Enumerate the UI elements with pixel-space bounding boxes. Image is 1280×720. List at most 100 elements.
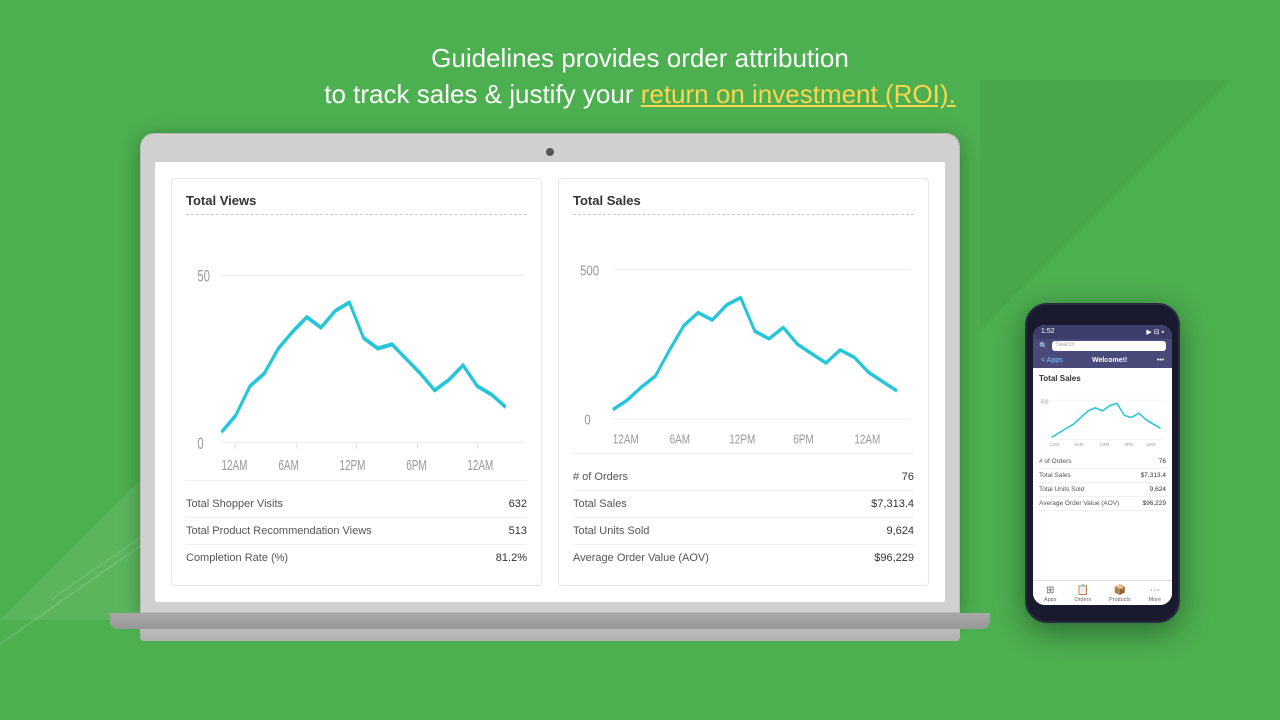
svg-text:12AM: 12AM [1146, 441, 1155, 446]
svg-text:0: 0 [584, 411, 590, 428]
svg-text:6AM: 6AM [1075, 441, 1082, 446]
laptop-base [140, 613, 960, 641]
svg-text:0: 0 [197, 435, 203, 454]
svg-text:6PM: 6PM [1125, 441, 1132, 446]
svg-text:500: 500 [1041, 399, 1049, 406]
header-line2-prefix: to track sales & justify your [324, 79, 640, 109]
phone-stat-row: Average Order Value (AOV) $96,229 [1039, 497, 1166, 511]
stat-row: Total Sales $7,313.4 [573, 491, 914, 518]
phone-nav-title: Welcome!! [1092, 357, 1127, 364]
left-panel-title: Total Views [186, 193, 527, 215]
laptop-camera [546, 148, 554, 156]
phone: 1:52 ▶ ⊟ ▪ 🔍 Search < Apps Welcome!! •••… [1025, 303, 1180, 623]
search-input[interactable]: Search [1052, 341, 1166, 351]
svg-text:6AM: 6AM [670, 432, 690, 447]
stat-row: Completion Rate (%) 81.2% [186, 545, 527, 571]
search-icon: 🔍 [1039, 342, 1048, 350]
laptop-screen-inner: Total Views 50 0 12AM 6 [155, 162, 945, 602]
phone-status-bar: 1:52 ▶ ⊟ ▪ [1033, 325, 1172, 339]
left-panel: Total Views 50 0 12AM 6 [171, 178, 542, 586]
svg-text:12AM: 12AM [1050, 441, 1059, 446]
phone-time: 1:52 [1041, 328, 1055, 335]
orders-icon: 📋 [1076, 585, 1088, 596]
svg-text:12PM: 12PM [1100, 441, 1109, 446]
stat-row: Average Order Value (AOV) $96,229 [573, 545, 914, 571]
right-stats: # of Orders 76 Total Sales $7,313.4 Tota… [573, 453, 914, 571]
tab-apps-label: Apps [1044, 597, 1057, 603]
phone-content: Total Sales 500 12AM 6AM 12PM 6PM 12AM [1033, 368, 1172, 580]
right-chart-area: 500 0 12AM 6AM 12PM 6PM 12AM [573, 223, 914, 447]
header: Guidelines provides order attribution to… [0, 0, 1280, 113]
tab-orders[interactable]: 📋 Orders [1074, 585, 1091, 603]
stat-label: Completion Rate (%) [186, 552, 288, 564]
right-chart-svg: 500 0 12AM 6AM 12PM 6PM 12AM [573, 223, 914, 447]
phone-stat-label: Total Sales [1039, 472, 1071, 479]
left-stats: Total Shopper Visits 632 Total Product R… [186, 480, 527, 571]
svg-text:12AM: 12AM [222, 457, 248, 473]
stat-label: Total Shopper Visits [186, 498, 283, 510]
phone-stat-row: # of Orders 76 [1039, 455, 1166, 469]
tab-more[interactable]: ⋯ More [1149, 585, 1162, 603]
right-panel-title: Total Sales [573, 193, 914, 215]
stat-row: Total Shopper Visits 632 [186, 491, 527, 518]
stat-value: 9,624 [886, 525, 914, 537]
phone-section-title: Total Sales [1039, 374, 1166, 383]
svg-text:12PM: 12PM [729, 432, 755, 447]
svg-text:6PM: 6PM [406, 457, 426, 473]
apps-icon: ⊞ [1046, 585, 1054, 596]
svg-text:50: 50 [197, 267, 210, 286]
tab-orders-label: Orders [1074, 597, 1091, 603]
stat-row: # of Orders 76 [573, 464, 914, 491]
header-line2: to track sales & justify your return on … [0, 76, 1280, 112]
laptop-screen-outer: Total Views 50 0 12AM 6 [140, 133, 960, 613]
svg-text:12AM: 12AM [613, 432, 639, 447]
phone-screen: 1:52 ▶ ⊟ ▪ 🔍 Search < Apps Welcome!! •••… [1033, 325, 1172, 605]
laptop-foot [110, 613, 990, 629]
phone-status-icons: ▶ ⊟ ▪ [1146, 328, 1164, 336]
phone-stat-label: Average Order Value (AOV) [1039, 500, 1119, 507]
products-icon: 📦 [1114, 585, 1126, 596]
phone-notch [1083, 315, 1123, 321]
stat-value: 81.2% [496, 552, 527, 564]
phone-stat-value: 9,624 [1150, 486, 1166, 493]
svg-text:6AM: 6AM [278, 457, 298, 473]
more-icon: ⋯ [1150, 585, 1160, 596]
header-highlight: return on investment (ROI). [641, 79, 956, 109]
stat-label: Total Product Recommendation Views [186, 525, 372, 537]
stat-label: Total Units Sold [573, 525, 649, 537]
laptop: Total Views 50 0 12AM 6 [140, 133, 960, 663]
right-panel: Total Sales 500 0 12AM [558, 178, 929, 586]
left-chart-svg: 50 0 12AM 6AM 12PM 6PM 12AM [186, 223, 527, 474]
tab-products-label: Products [1109, 597, 1131, 603]
phone-search-bar: 🔍 Search [1033, 339, 1172, 353]
phone-chart-svg: 500 12AM 6AM 12PM 6PM 12AM [1039, 387, 1166, 447]
stat-value: $7,313.4 [871, 498, 914, 510]
phone-stat-value: $96,229 [1143, 500, 1167, 507]
phone-stat-value: $7,313.4 [1141, 472, 1166, 479]
phone-nav-bar: < Apps Welcome!! ••• [1033, 353, 1172, 368]
stat-label: Total Sales [573, 498, 627, 510]
phone-back[interactable]: < Apps [1041, 357, 1063, 364]
phone-chart-area: 500 12AM 6AM 12PM 6PM 12AM [1039, 387, 1166, 447]
tab-products[interactable]: 📦 Products [1109, 585, 1131, 603]
tab-apps[interactable]: ⊞ Apps [1044, 585, 1057, 603]
stat-value: 513 [509, 525, 527, 537]
stat-value: 76 [902, 471, 914, 483]
svg-text:12PM: 12PM [339, 457, 365, 473]
tab-more-label: More [1149, 597, 1162, 603]
phone-more[interactable]: ••• [1157, 357, 1164, 364]
phone-stat-label: # of Orders [1039, 458, 1072, 465]
stat-label: Average Order Value (AOV) [573, 552, 709, 564]
svg-text:12AM: 12AM [854, 432, 880, 447]
svg-text:12AM: 12AM [467, 457, 493, 473]
stat-row: Total Units Sold 9,624 [573, 518, 914, 545]
phone-stat-row: Total Units Sold 9,624 [1039, 483, 1166, 497]
svg-text:500: 500 [580, 262, 599, 279]
left-chart-area: 50 0 12AM 6AM 12PM 6PM 12AM [186, 223, 527, 474]
stat-value: 632 [509, 498, 527, 510]
header-line1: Guidelines provides order attribution [0, 40, 1280, 76]
phone-stat-label: Total Units Sold [1039, 486, 1084, 493]
stat-label: # of Orders [573, 471, 628, 483]
phone-stat-value: 76 [1159, 458, 1166, 465]
screen-content: Total Views 50 0 12AM 6 [155, 162, 945, 602]
